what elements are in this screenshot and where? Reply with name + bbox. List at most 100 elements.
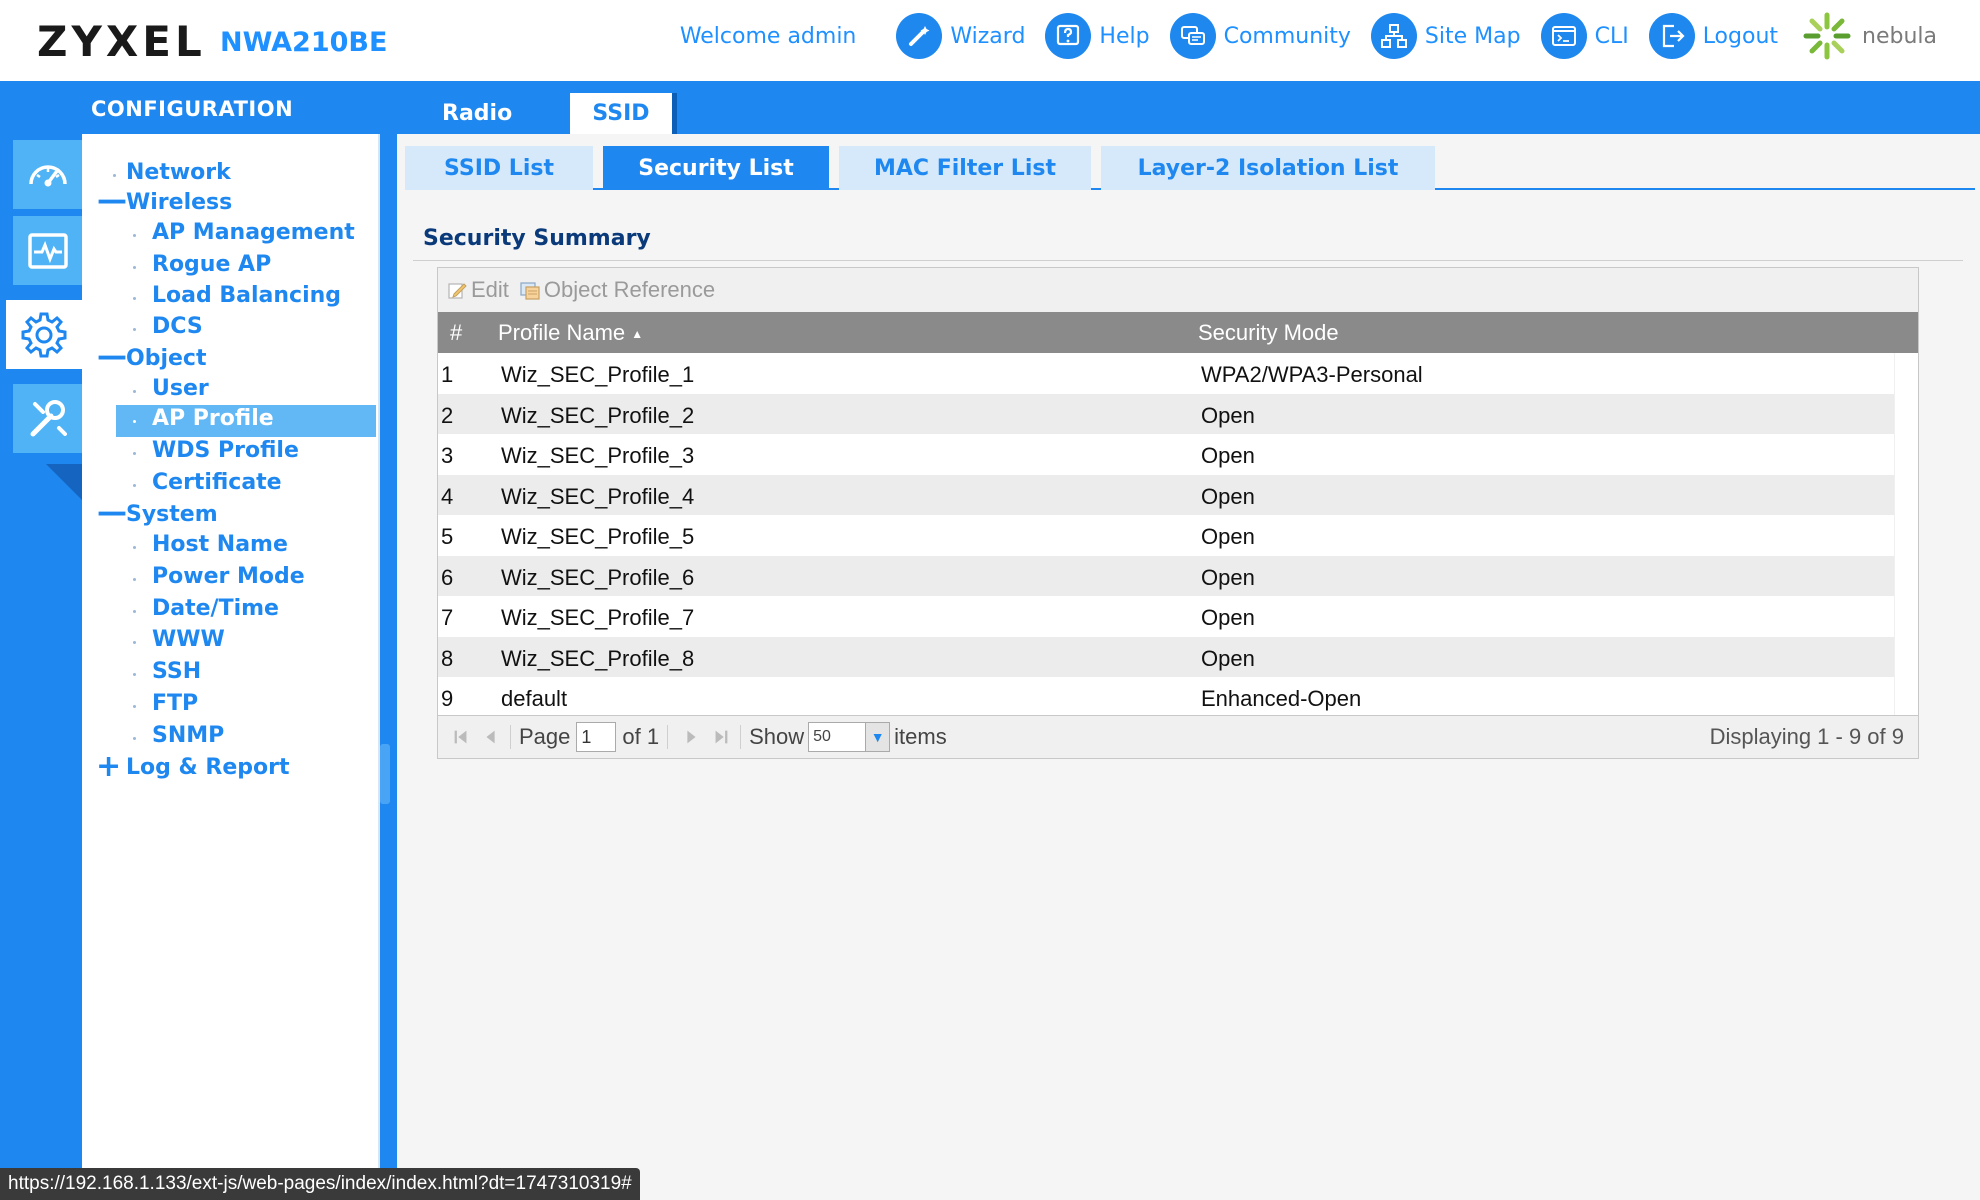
object-reference-button[interactable]: Object Reference: [519, 277, 715, 303]
rail-monitor[interactable]: [13, 216, 82, 285]
nav-host-name[interactable]: Host Name: [152, 532, 288, 557]
community-link[interactable]: Community: [1169, 13, 1351, 59]
tree-dot: [133, 234, 136, 237]
edit-button[interactable]: Edit: [446, 277, 509, 303]
tree-dot: [133, 266, 136, 269]
nav-ap-profile[interactable]: AP Profile: [152, 406, 274, 431]
tab-layer2-isolation-list[interactable]: Layer-2 Isolation List: [1101, 146, 1435, 190]
top-links: Welcome admin Wizard Help Community Site…: [680, 8, 1937, 64]
community-icon: [1169, 13, 1216, 59]
nav-user[interactable]: User: [152, 376, 209, 401]
nav-certificate[interactable]: Certificate: [152, 470, 282, 495]
nav-rogue-ap[interactable]: Rogue AP: [152, 252, 271, 277]
site-map-label: Site Map: [1424, 23, 1521, 49]
page-number-input[interactable]: [576, 722, 617, 752]
wizard-link[interactable]: Wizard: [896, 13, 1025, 59]
welcome-text: Welcome admin: [679, 23, 857, 49]
tab-security-list[interactable]: Security List: [603, 146, 829, 190]
collapse-toggle[interactable]: —: [97, 498, 127, 528]
page-size-select[interactable]: 50 ▼: [808, 722, 891, 752]
table-row[interactable]: 2 Wiz_SEC_Profile_2 Open: [438, 393, 1896, 434]
previous-page-icon[interactable]: [480, 726, 502, 748]
collapse-toggle[interactable]: —: [97, 342, 127, 372]
nav-snmp[interactable]: SNMP: [152, 723, 224, 748]
help-link[interactable]: Help: [1045, 13, 1150, 59]
table-row[interactable]: 9 default Enhanced-Open: [438, 677, 1896, 718]
security-grid: Edit Object Reference # Profile Name ▲ S…: [437, 267, 1919, 759]
nav-wds-profile[interactable]: WDS Profile: [152, 438, 299, 463]
row-security-mode: Open: [1201, 605, 1255, 630]
site-map-link[interactable]: Site Map: [1370, 13, 1521, 59]
column-profile-name[interactable]: Profile Name ▲: [498, 320, 643, 346]
tab-radio[interactable]: Radio: [418, 93, 536, 134]
nav-dcs[interactable]: DCS: [152, 314, 203, 339]
logout-link[interactable]: Logout: [1648, 13, 1779, 59]
table-body: 1 Wiz_SEC_Profile_1 WPA2/WPA3-Personal 2 Wi…: [438, 353, 1896, 718]
table-row[interactable]: 6 Wiz_SEC_Profile_6 Open: [438, 555, 1896, 596]
nav-wireless[interactable]: Wireless: [126, 190, 232, 215]
nav-ftp[interactable]: FTP: [152, 691, 198, 716]
community-label: Community: [1223, 23, 1351, 49]
column-security-mode[interactable]: Security Mode: [1198, 320, 1339, 346]
nav-object[interactable]: Object: [126, 346, 206, 371]
row-number: 4: [441, 483, 454, 509]
column-number[interactable]: #: [450, 320, 462, 346]
table-row[interactable]: 1 Wiz_SEC_Profile_1 WPA2/WPA3-Personal: [438, 353, 1896, 394]
tab-ssid[interactable]: SSID: [570, 93, 677, 134]
nav-ap-management[interactable]: AP Management: [152, 220, 355, 245]
tab-mac-filter-list[interactable]: MAC Filter List: [839, 146, 1091, 190]
table-row[interactable]: 4 Wiz_SEC_Profile_4 Open: [438, 474, 1896, 515]
pager-separator: [667, 725, 669, 749]
cli-link[interactable]: CLI: [1540, 13, 1629, 59]
tree-dot: [133, 390, 136, 393]
tree-dot: [133, 420, 136, 423]
nav-load-balancing[interactable]: Load Balancing: [152, 283, 341, 308]
rail-fold-corner: [46, 464, 82, 500]
row-number: 7: [441, 605, 454, 630]
nav-log-report[interactable]: Log & Report: [126, 755, 289, 780]
first-page-icon[interactable]: [450, 726, 472, 748]
rail-dashboard[interactable]: [13, 140, 82, 209]
row-profile-name: Wiz_SEC_Profile_4: [501, 483, 695, 509]
nav-date-time[interactable]: Date/Time: [152, 596, 279, 621]
row-security-mode: Open: [1201, 402, 1255, 428]
rail-maintenance[interactable]: [13, 384, 82, 453]
pagination-bar: Page of 1 Show 50 ▼ items Displaying 1 -…: [438, 715, 1918, 758]
help-label: Help: [1099, 23, 1150, 49]
nav-power-mode[interactable]: Power Mode: [152, 564, 305, 589]
table-row[interactable]: 7 Wiz_SEC_Profile_7 Open: [438, 596, 1896, 637]
object-reference-icon: [520, 282, 540, 300]
grid-scrollbar[interactable]: [1894, 353, 1918, 717]
nav-ssh[interactable]: SSH: [152, 659, 201, 684]
pager-separator: [740, 725, 742, 749]
tree-dot: [133, 610, 136, 613]
rail-configuration[interactable]: [6, 300, 82, 369]
row-number: 3: [441, 443, 454, 468]
tree-dot: [133, 578, 136, 581]
chevron-down-icon[interactable]: ▼: [865, 723, 890, 751]
table-row[interactable]: 8 Wiz_SEC_Profile_8 Open: [438, 636, 1896, 677]
splitter-grip[interactable]: [380, 744, 390, 804]
nav-system[interactable]: System: [126, 502, 218, 527]
items-label: items: [894, 724, 947, 749]
next-page-icon[interactable]: [680, 726, 702, 748]
row-security-mode: Open: [1201, 443, 1255, 468]
table-row[interactable]: 3 Wiz_SEC_Profile_3 Open: [438, 434, 1896, 475]
table-row[interactable]: 5 Wiz_SEC_Profile_5 Open: [438, 515, 1896, 556]
nebula-link[interactable]: nebula: [1800, 9, 1937, 63]
row-security-mode: WPA2/WPA3-Personal: [1201, 362, 1423, 387]
nav-splitter[interactable]: [380, 134, 397, 1200]
tab-ssid-list[interactable]: SSID List: [405, 146, 593, 190]
expand-toggle[interactable]: +: [96, 752, 121, 782]
collapse-toggle[interactable]: —: [97, 186, 127, 216]
pager-separator: [510, 725, 511, 749]
nav-network[interactable]: Network: [126, 160, 231, 185]
nav-www[interactable]: WWW: [152, 627, 225, 652]
row-profile-name: Wiz_SEC_Profile_1: [501, 362, 695, 387]
page-size-value: 50: [813, 728, 831, 745]
last-page-icon[interactable]: [710, 726, 732, 748]
wizard-icon: [896, 13, 943, 59]
logout-label: Logout: [1702, 23, 1779, 49]
site-map-icon: [1370, 13, 1417, 59]
cli-label: CLI: [1594, 23, 1629, 49]
